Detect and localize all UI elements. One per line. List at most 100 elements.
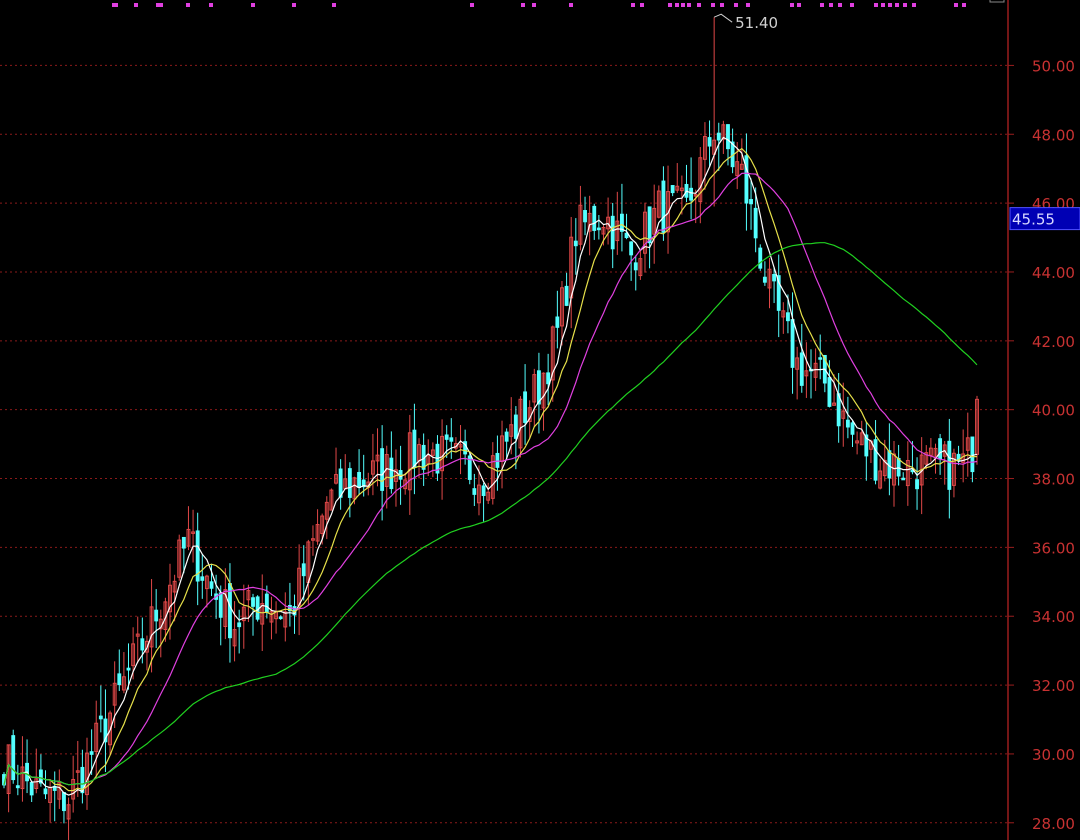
y-tick-label: 44.00 bbox=[1032, 264, 1075, 282]
candle-down bbox=[140, 638, 145, 651]
candle-down bbox=[850, 422, 855, 435]
candle-down bbox=[11, 735, 16, 781]
top-marker bbox=[521, 3, 525, 7]
candle-down bbox=[786, 312, 790, 322]
top-marker bbox=[332, 3, 336, 7]
top-marker bbox=[888, 3, 892, 7]
candle-down bbox=[827, 377, 832, 407]
candle-down bbox=[689, 187, 694, 201]
candle-down bbox=[610, 215, 615, 250]
candle-down bbox=[481, 485, 486, 497]
candle-down bbox=[513, 414, 518, 439]
top-marker bbox=[711, 3, 715, 7]
candle-down bbox=[555, 316, 560, 328]
candle-down bbox=[98, 715, 103, 720]
candle-down bbox=[495, 452, 500, 468]
candle-down bbox=[380, 448, 385, 491]
top-marker bbox=[687, 3, 691, 7]
candle-down bbox=[947, 440, 952, 490]
candle-down bbox=[200, 576, 205, 581]
candle-down bbox=[89, 751, 94, 755]
top-marker bbox=[874, 3, 878, 7]
top-marker bbox=[668, 3, 672, 7]
top-marker bbox=[251, 3, 255, 7]
candle-down bbox=[726, 124, 730, 150]
y-tick-label: 30.00 bbox=[1032, 746, 1075, 764]
top-marker bbox=[954, 3, 958, 7]
y-tick-label: 34.00 bbox=[1032, 608, 1075, 626]
candle-down bbox=[278, 616, 283, 620]
top-marker bbox=[838, 3, 842, 7]
candle-down bbox=[43, 788, 48, 795]
top-marker bbox=[820, 3, 824, 7]
top-marker bbox=[569, 3, 573, 7]
candle-down bbox=[901, 477, 906, 481]
candlestick-chart: 28.00 30.00 32.00 34.00 36.00 38.00 40.00 42.00… bbox=[0, 0, 1080, 840]
y-tick-label: 40.00 bbox=[1032, 402, 1075, 420]
candle-down bbox=[707, 137, 712, 147]
window-corner-icon[interactable] bbox=[989, 0, 1005, 3]
candle-down bbox=[749, 199, 753, 205]
peak-label: 51.40 bbox=[735, 14, 778, 32]
top-marker bbox=[790, 3, 794, 7]
top-marker bbox=[640, 3, 644, 7]
top-marker bbox=[962, 3, 966, 7]
top-marker bbox=[797, 3, 801, 7]
candle-down bbox=[255, 596, 260, 620]
candle-down bbox=[772, 274, 777, 282]
candle-down bbox=[209, 581, 214, 589]
candle-down bbox=[670, 185, 675, 194]
y-tick-label: 50.00 bbox=[1032, 57, 1075, 75]
candle-down bbox=[762, 276, 767, 283]
candle-down bbox=[915, 479, 919, 490]
candle-down bbox=[301, 563, 306, 577]
candle-down bbox=[564, 285, 569, 306]
candle-down bbox=[504, 431, 509, 442]
top-marker bbox=[734, 3, 738, 7]
y-axis-ticks: 28.00 30.00 32.00 34.00 36.00 38.00 40.00 42.00… bbox=[1008, 57, 1075, 833]
ma20-line bbox=[3, 172, 978, 786]
y-tick-label: 48.00 bbox=[1032, 126, 1075, 144]
candle-down bbox=[633, 262, 638, 271]
y-tick-label: 38.00 bbox=[1032, 471, 1075, 489]
y-tick-label: 28.00 bbox=[1032, 815, 1075, 833]
top-marker bbox=[829, 3, 833, 7]
candle-down bbox=[347, 468, 352, 498]
top-marker bbox=[675, 3, 679, 7]
candle-down bbox=[647, 206, 652, 244]
top-marker bbox=[895, 3, 899, 7]
candle-down bbox=[154, 609, 159, 622]
y-tick-label: 42.00 bbox=[1032, 333, 1075, 351]
candle-down bbox=[523, 391, 528, 423]
candle-down bbox=[412, 429, 417, 468]
candle-down bbox=[790, 319, 795, 368]
candle-down bbox=[753, 207, 758, 239]
candle-down bbox=[338, 468, 343, 498]
candle-down bbox=[716, 132, 721, 141]
candle-down bbox=[237, 622, 242, 628]
candle-down bbox=[29, 781, 34, 796]
top-marker bbox=[881, 3, 885, 7]
moving-average-lines bbox=[3, 136, 978, 796]
ma5-line bbox=[3, 136, 978, 796]
candle-down bbox=[818, 357, 823, 360]
top-marker bbox=[850, 3, 854, 7]
top-marker bbox=[720, 3, 724, 7]
candle-down bbox=[444, 434, 449, 440]
top-marker bbox=[159, 3, 163, 7]
ma60-line bbox=[3, 242, 978, 786]
candle-down bbox=[873, 439, 878, 481]
current-price-label: 45.55 bbox=[1012, 211, 1055, 229]
candle-down bbox=[896, 457, 901, 477]
candle-down bbox=[449, 437, 454, 442]
top-marker bbox=[681, 3, 685, 7]
candle-down bbox=[536, 370, 541, 405]
peak-arrow bbox=[713, 13, 733, 23]
candle-down bbox=[251, 597, 255, 607]
top-marker bbox=[697, 3, 701, 7]
candle-down bbox=[629, 241, 634, 256]
top-marker bbox=[532, 3, 536, 7]
candle-down bbox=[758, 247, 763, 269]
top-markers bbox=[112, 3, 966, 7]
candle-down bbox=[181, 536, 186, 549]
